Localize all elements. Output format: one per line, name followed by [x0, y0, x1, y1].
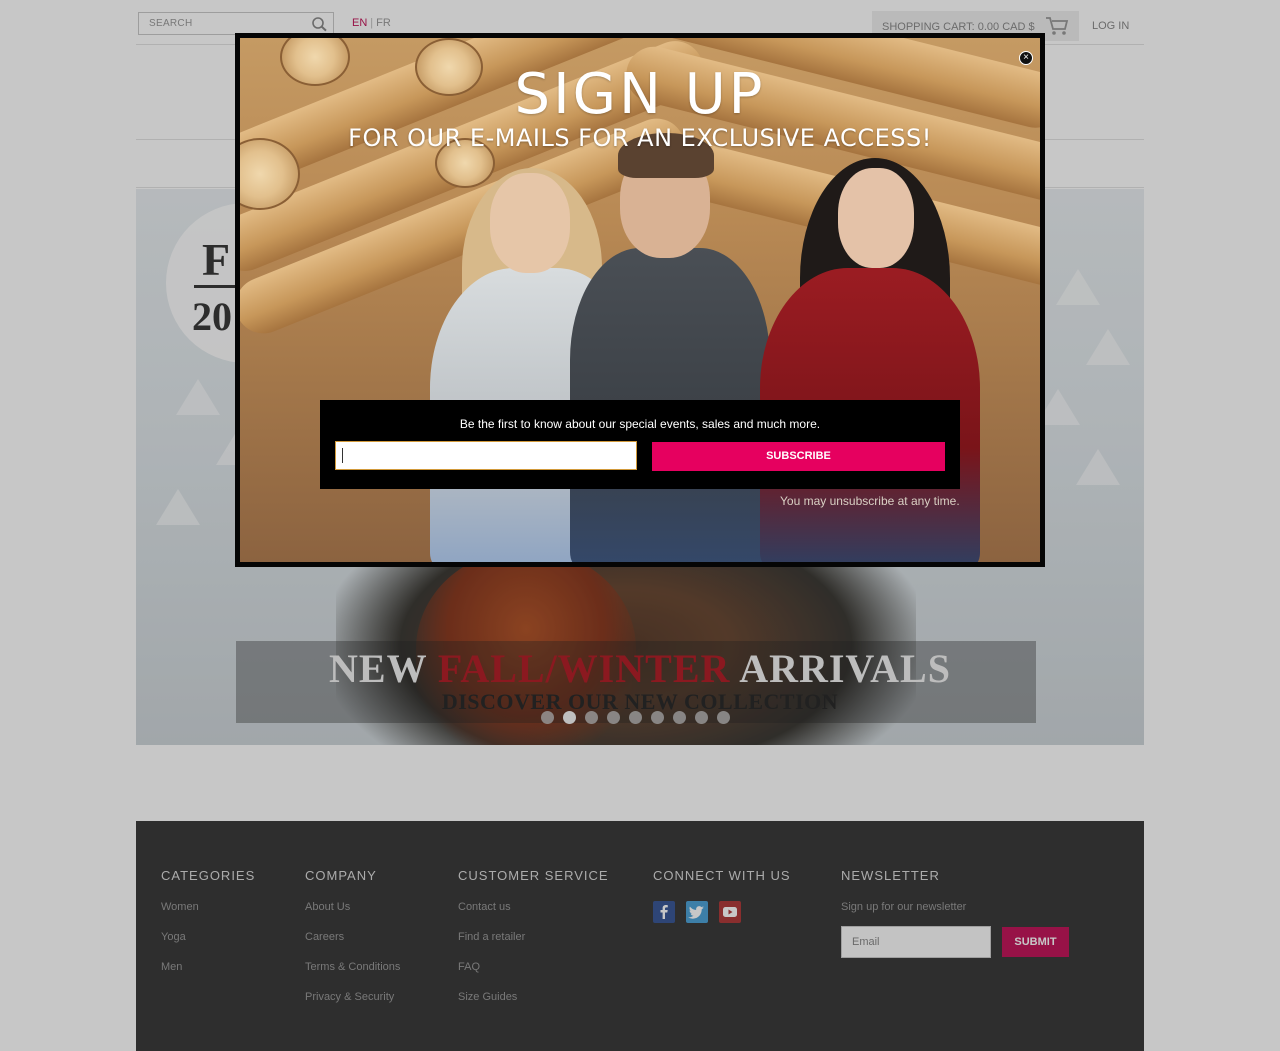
model-right-face	[838, 168, 914, 268]
close-icon[interactable]: ×	[1019, 51, 1033, 65]
unsubscribe-note: You may unsubscribe at any time.	[780, 494, 960, 508]
modal-subtitle: FOR OUR E-MAILS FOR AN EXCLUSIVE ACCESS!	[348, 124, 932, 152]
model-left-face	[490, 173, 570, 273]
signup-modal: SIGN UP FOR OUR E-MAILS FOR AN EXCLUSIVE…	[235, 33, 1045, 567]
text-caret	[342, 448, 343, 463]
modal-title: SIGN UP	[514, 62, 766, 127]
signup-message: Be the first to know about our special e…	[459, 417, 821, 431]
signup-modal-image: SIGN UP FOR OUR E-MAILS FOR AN EXCLUSIVE…	[240, 38, 1040, 562]
signup-email-field[interactable]	[335, 441, 637, 470]
signup-form: Be the first to know about our special e…	[320, 400, 960, 489]
subscribe-button[interactable]: SUBSCRIBE	[652, 442, 945, 471]
